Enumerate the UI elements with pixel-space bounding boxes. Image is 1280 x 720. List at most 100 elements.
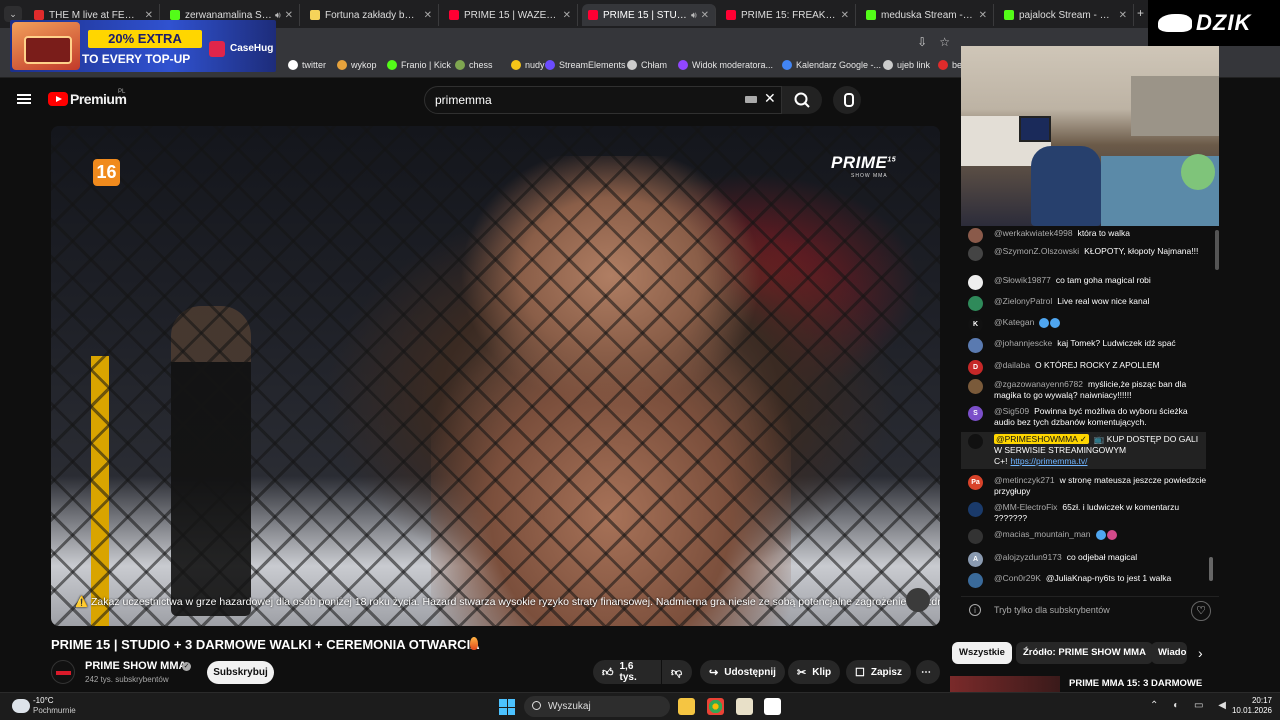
more-actions-button[interactable]: ⋯	[916, 660, 940, 684]
chat-message[interactable]: D @dailaba O KTÓREJ ROCKY Z APOLLEM	[968, 360, 1208, 375]
chat-avatar[interactable]	[968, 296, 983, 311]
bookmark-item[interactable]: Kalendarz Google -...	[782, 60, 881, 70]
clock-time[interactable]: 20:17	[1228, 696, 1272, 705]
chat-author[interactable]: @Kategan	[994, 317, 1034, 327]
chat-avatar[interactable]	[968, 502, 983, 517]
bookmark-item[interactable]: ujeb link	[883, 60, 930, 70]
bookmark-item[interactable]: Widok moderatora...	[678, 60, 773, 70]
weather-condition[interactable]: Pochmurnie	[33, 706, 76, 715]
bookmark-item[interactable]: nudy	[511, 60, 545, 70]
menu-icon[interactable]	[17, 94, 31, 104]
share-button[interactable]: ↪ Udostępnij	[700, 660, 785, 684]
bookmark-item[interactable]: Chłam	[627, 60, 667, 70]
bookmark-star-icon[interactable]: ☆	[939, 35, 950, 49]
chat-author[interactable]: @dailaba	[994, 360, 1030, 370]
chat-message[interactable]: @Słowik19877 co tam goha magical robi	[968, 275, 1208, 290]
browser-tab[interactable]: pajalock Stream - Watch ✕	[998, 4, 1134, 26]
voice-search-icon[interactable]	[833, 86, 861, 114]
chat-avatar[interactable]	[968, 379, 983, 394]
taskbar-search[interactable]: Wyszukaj	[524, 696, 670, 717]
tab-close-icon[interactable]: ✕	[285, 10, 293, 21]
browser-tab[interactable]: Fortuna zakłady bukmacherskie ✕	[304, 4, 439, 26]
chat-author[interactable]: @werkakwiatek4998	[994, 228, 1073, 238]
chat-author[interactable]: @ZielonyPatrol	[994, 296, 1052, 306]
chat-author[interactable]: @Con0r29K	[994, 573, 1041, 583]
chat-message[interactable]: @macias_mountain_man	[968, 529, 1208, 544]
browser-tab[interactable]: meduska Stream - Watch ✕	[860, 4, 994, 26]
start-button[interactable]	[499, 699, 515, 715]
chat-avatar[interactable]	[968, 228, 983, 243]
search-input[interactable]: primemma	[424, 86, 782, 114]
tab-audio-icon[interactable]: 🔊︎	[691, 10, 697, 21]
chat-message[interactable]: @ZielonyPatrol Live real wow nice kanal	[968, 296, 1208, 311]
chrome-icon[interactable]	[707, 698, 724, 715]
file-explorer-icon[interactable]	[678, 698, 695, 715]
chat-message[interactable]: @Con0r29K @JuliaKnap-ny6ts to jest 1 walk…	[968, 573, 1208, 588]
chat-avatar[interactable]	[968, 434, 983, 449]
info-icon[interactable]: i	[969, 604, 981, 616]
chat-avatar[interactable]: K	[968, 317, 983, 332]
search-button[interactable]	[782, 86, 822, 114]
notepad-icon[interactable]	[764, 698, 781, 715]
tab-close-icon[interactable]: ✕	[145, 10, 153, 21]
chat-message[interactable]: @SzymonZ.Olszowski KŁOPOTY, kłopoty Najma…	[968, 246, 1208, 261]
browser-tab[interactable]: PRIME 15 | STUDIO +🔊︎ ✕	[582, 4, 716, 26]
chat-message[interactable]: Pa @metinczyk271 w stronę mateusza jeszcze…	[968, 475, 1208, 497]
chat-avatar[interactable]	[968, 246, 983, 261]
tab-close-icon[interactable]: ✕	[563, 10, 571, 21]
chat-message[interactable]: S @Sig509 Powinna być możliwa do wyboru śc…	[968, 406, 1208, 428]
bookmark-item[interactable]: be	[938, 60, 962, 70]
tab-close-icon[interactable]: ✕	[424, 10, 432, 21]
chat-author[interactable]: @alojzyzdun9173	[994, 552, 1062, 562]
chat-avatar[interactable]: A	[968, 552, 983, 567]
tab-close-icon[interactable]: ✕	[1119, 10, 1127, 21]
dislike-button[interactable]: 👎︎	[662, 660, 692, 684]
channel-avatar[interactable]	[51, 660, 75, 684]
app-icon[interactable]	[736, 698, 753, 715]
chat-author[interactable]: @macias_mountain_man	[994, 529, 1091, 539]
keyboard-icon[interactable]	[745, 96, 757, 103]
browser-tab[interactable]: PRIME 15: FREAKMESS | 2 ✕	[720, 4, 856, 26]
clear-search-icon[interactable]: ✕	[764, 90, 776, 107]
chat-message[interactable]: @zgazowanayenn6782 myślicie,że pisząc ban…	[968, 379, 1208, 401]
bookmark-item[interactable]: wykop	[337, 60, 377, 70]
video-player[interactable]: 16 PRIME15 SHOW MMA ⚠️ Zakaz uczestnictw…	[51, 126, 940, 626]
chat-message[interactable]: @johannjescke kaj Tomek? Ludwiczek idź sp…	[968, 338, 1208, 353]
chat-author[interactable]: @johannjescke	[994, 338, 1052, 348]
save-button[interactable]: ☐ Zapisz	[846, 660, 911, 684]
chat-author[interactable]: @Sig509	[994, 406, 1029, 416]
chat-link[interactable]: https://primemma.tv/	[1010, 456, 1087, 466]
chat-avatar[interactable]	[968, 275, 983, 290]
chip-all[interactable]: Wszystkie	[952, 642, 1012, 664]
clock-date[interactable]: 10.01.2026	[1218, 706, 1272, 715]
bookmark-item[interactable]: chess	[455, 60, 493, 70]
chat-scrollbar[interactable]	[1215, 230, 1219, 270]
chat-author[interactable]: @Słowik19877	[994, 275, 1051, 285]
clip-button[interactable]: ✂ Klip	[788, 660, 841, 684]
browser-tab[interactable]: PRIME 15 | WAŻENIE + ZAPOWIEDŹ ✕	[443, 4, 578, 26]
channel-name[interactable]: PRIME SHOW MMA	[85, 660, 186, 672]
chip-news[interactable]: Wiado	[1151, 642, 1187, 664]
bookmark-item[interactable]: twitter	[288, 60, 326, 70]
tab-audio-icon[interactable]: 🔊︎	[275, 10, 281, 21]
like-button[interactable]: 👍︎ 1,6 tys.	[593, 660, 661, 684]
new-tab-button[interactable]: +	[1137, 6, 1144, 20]
chat-author[interactable]: @SzymonZ.Olszowski	[994, 246, 1079, 256]
chat-avatar[interactable]: D	[968, 360, 983, 375]
tab-close-icon[interactable]: ✕	[701, 10, 709, 21]
chat-author[interactable]: @MM-ElectroFix	[994, 502, 1057, 512]
chat-message[interactable]: @PRIMESHOWMMA ✓ 📺 KUP DOSTĘP DO GALI W SE…	[961, 432, 1206, 469]
ad-banner[interactable]: 20% EXTRA TO EVERY TOP-UP CaseHug	[10, 20, 276, 72]
chat-message[interactable]: K @Kategan	[968, 317, 1208, 332]
chat-avatar[interactable]: Pa	[968, 475, 983, 490]
chat-author[interactable]: @PRIMESHOWMMA ✓	[994, 434, 1089, 444]
chat-message[interactable]: A @alojzyzdun9173 co odjebał magical	[968, 552, 1208, 567]
bookmark-item[interactable]: StreamElements	[545, 60, 626, 70]
tab-close-icon[interactable]: ✕	[841, 10, 849, 21]
bookmark-item[interactable]: Franio | Kick	[387, 60, 451, 70]
install-app-icon[interactable]: ⇩	[917, 35, 927, 49]
chip-source[interactable]: Źródło: PRIME SHOW MMA	[1016, 642, 1153, 664]
chat-avatar[interactable]	[968, 573, 983, 588]
weather-temp[interactable]: -10°C	[33, 696, 54, 705]
tab-close-icon[interactable]: ✕	[979, 10, 987, 21]
